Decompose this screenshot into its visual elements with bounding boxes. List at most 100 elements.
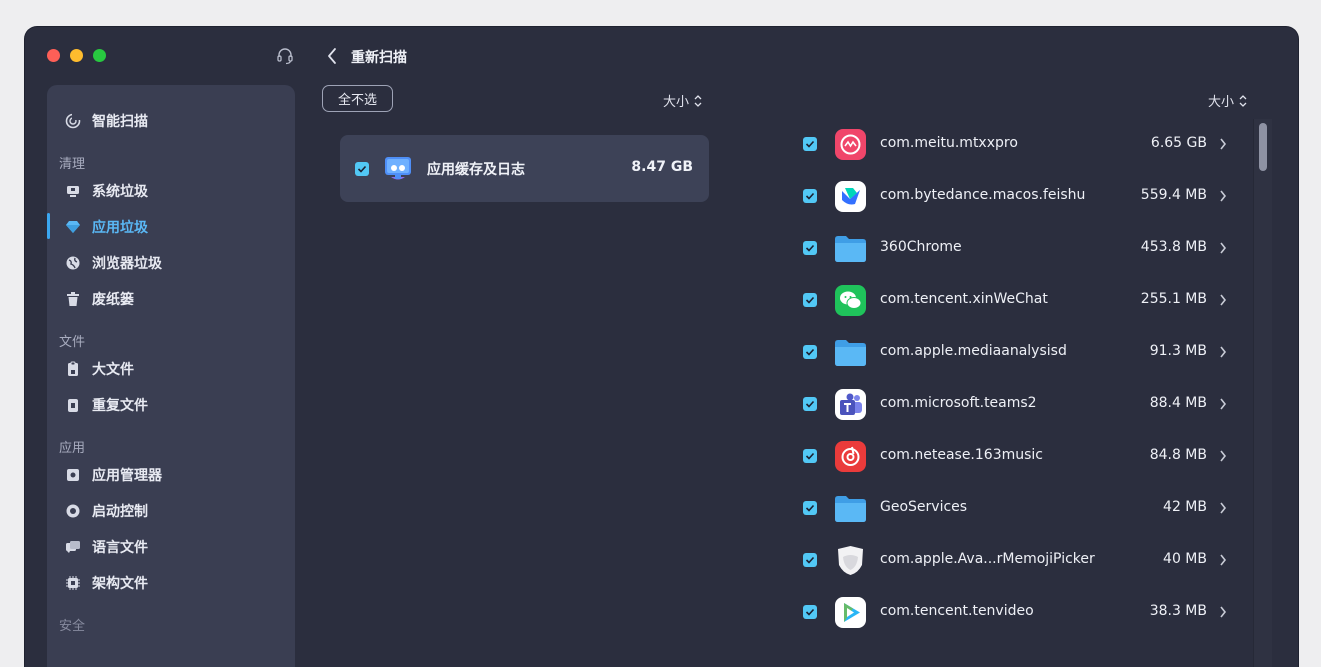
sort-by-size-category[interactable]: 大小: [663, 91, 702, 110]
folder-icon: [835, 340, 866, 366]
app-junk-icon: [66, 221, 80, 233]
chevron-right-icon[interactable]: [1219, 398, 1227, 410]
checkmark-icon: [805, 296, 815, 304]
language-icon: [66, 541, 80, 553]
chevron-right-icon[interactable]: [1219, 242, 1227, 254]
category-checkbox[interactable]: [355, 162, 369, 176]
memoji-icon: [838, 546, 863, 575]
item-checkbox[interactable]: [803, 293, 817, 307]
minimize-window-button[interactable]: [70, 49, 83, 62]
list-item[interactable]: com.microsoft.teams2 88.4 MB: [795, 379, 1235, 431]
section-label-clean: 清理: [59, 157, 86, 172]
sidebar-item-smart-scan[interactable]: 智能扫描: [47, 106, 295, 136]
item-checkbox[interactable]: [803, 397, 817, 411]
system-junk-icon: [67, 186, 79, 197]
list-item[interactable]: com.tencent.tenvideo 38.3 MB: [795, 587, 1235, 639]
folder-icon: [835, 496, 866, 522]
architecture-icon: [66, 576, 80, 590]
startup-icon: [66, 504, 80, 518]
list-item[interactable]: com.apple.mediaanalysisd 91.3 MB: [795, 327, 1235, 379]
item-checkbox[interactable]: [803, 501, 817, 515]
section-label-files: 文件: [59, 335, 86, 350]
checkmark-icon: [805, 400, 815, 408]
item-name: com.bytedance.macos.feishu: [880, 187, 1086, 203]
item-name: com.tencent.xinWeChat: [880, 291, 1048, 307]
item-name: com.meitu.mtxxpro: [880, 135, 1018, 151]
sidebar-item-label: 重复文件: [92, 398, 148, 414]
item-name: com.netease.163music: [880, 447, 1043, 463]
item-name: com.microsoft.teams2: [880, 395, 1037, 411]
list-item[interactable]: com.tencent.xinWeChat 255.1 MB: [795, 275, 1235, 327]
app-cache-icon: [385, 157, 411, 180]
item-checkbox[interactable]: [803, 137, 817, 151]
item-name: com.apple.Ava...rMemojiPicker: [880, 551, 1095, 567]
sidebar-item-architecture-files[interactable]: 架构文件: [47, 568, 295, 598]
sidebar-item-trash[interactable]: 废纸篓: [47, 284, 295, 314]
item-size: 88.4 MB: [1149, 395, 1207, 411]
section-label-security: 安全: [59, 619, 86, 634]
sidebar-item-label: 浏览器垃圾: [92, 256, 162, 272]
chevron-right-icon[interactable]: [1219, 190, 1227, 202]
sidebar-item-app-junk[interactable]: 应用垃圾: [47, 212, 295, 242]
sidebar-item-startup-control[interactable]: 启动控制: [47, 496, 295, 526]
scrollbar[interactable]: [1253, 119, 1272, 667]
item-checkbox[interactable]: [803, 241, 817, 255]
scrollbar-thumb[interactable]: [1259, 123, 1267, 171]
item-size: 40 MB: [1163, 551, 1207, 567]
item-size: 91.3 MB: [1149, 343, 1207, 359]
item-size: 42 MB: [1163, 499, 1207, 515]
item-checkbox[interactable]: [803, 605, 817, 619]
chevron-right-icon[interactable]: [1219, 294, 1227, 306]
item-name: GeoServices: [880, 499, 968, 515]
sidebar-item-app-manager[interactable]: 应用管理器: [47, 460, 295, 490]
sidebar-item-label: 启动控制: [92, 504, 148, 520]
large-file-icon: [68, 361, 78, 376]
list-item[interactable]: com.meitu.mtxxpro 6.65 GB: [795, 119, 1235, 171]
sidebar-item-system-junk[interactable]: 系统垃圾: [47, 176, 295, 206]
tencent-video-icon: [835, 597, 866, 628]
item-checkbox[interactable]: [803, 449, 817, 463]
headset-icon[interactable]: [276, 47, 294, 65]
browser-icon: [66, 256, 80, 270]
item-size: 38.3 MB: [1149, 603, 1207, 619]
item-checkbox[interactable]: [803, 345, 817, 359]
checkmark-icon: [805, 244, 815, 252]
chevron-right-icon[interactable]: [1219, 346, 1227, 358]
meitu-icon: [835, 129, 866, 160]
deselect-all-button[interactable]: 全不选: [322, 85, 393, 112]
back-arrow-icon[interactable]: [325, 47, 339, 65]
sidebar-item-label: 大文件: [92, 362, 134, 378]
sidebar-item-label: 架构文件: [92, 576, 148, 592]
sidebar-item-browser-junk[interactable]: 浏览器垃圾: [47, 248, 295, 278]
category-card-app-cache[interactable]: 应用缓存及日志 8.47 GB: [340, 135, 709, 202]
chevron-right-icon[interactable]: [1219, 450, 1227, 462]
item-size: 84.8 MB: [1149, 447, 1207, 463]
sidebar-item-label: 系统垃圾: [92, 184, 148, 200]
sidebar-item-label: 废纸篓: [92, 292, 134, 308]
close-window-button[interactable]: [47, 49, 60, 62]
sidebar-item-language-files[interactable]: 语言文件: [47, 532, 295, 562]
chevron-right-icon[interactable]: [1219, 502, 1227, 514]
checkmark-icon: [357, 165, 367, 173]
list-item[interactable]: 360Chrome 453.8 MB: [795, 223, 1235, 275]
list-item[interactable]: GeoServices 42 MB: [795, 483, 1235, 535]
duplicate-file-icon: [68, 399, 78, 412]
item-checkbox[interactable]: [803, 553, 817, 567]
sidebar-item-large-files[interactable]: 大文件: [47, 354, 295, 384]
item-checkbox[interactable]: [803, 189, 817, 203]
rescan-button[interactable]: 重新扫描: [351, 47, 407, 67]
teams-icon: [835, 389, 866, 420]
sort-label: 大小: [663, 95, 690, 110]
chevron-right-icon[interactable]: [1219, 138, 1227, 150]
sidebar-item-duplicate-files[interactable]: 重复文件: [47, 390, 295, 420]
sidebar-item-label: 应用垃圾: [92, 220, 148, 236]
zoom-window-button[interactable]: [93, 49, 106, 62]
sidebar-item-label: 智能扫描: [92, 114, 148, 130]
sidebar-item-label: 语言文件: [92, 540, 148, 556]
sort-by-size-items[interactable]: 大小: [1208, 91, 1247, 110]
chevron-right-icon[interactable]: [1219, 606, 1227, 618]
list-item[interactable]: com.apple.Ava...rMemojiPicker 40 MB: [795, 535, 1235, 587]
list-item[interactable]: com.bytedance.macos.feishu 559.4 MB: [795, 171, 1235, 223]
list-item[interactable]: com.netease.163music 84.8 MB: [795, 431, 1235, 483]
chevron-right-icon[interactable]: [1219, 554, 1227, 566]
